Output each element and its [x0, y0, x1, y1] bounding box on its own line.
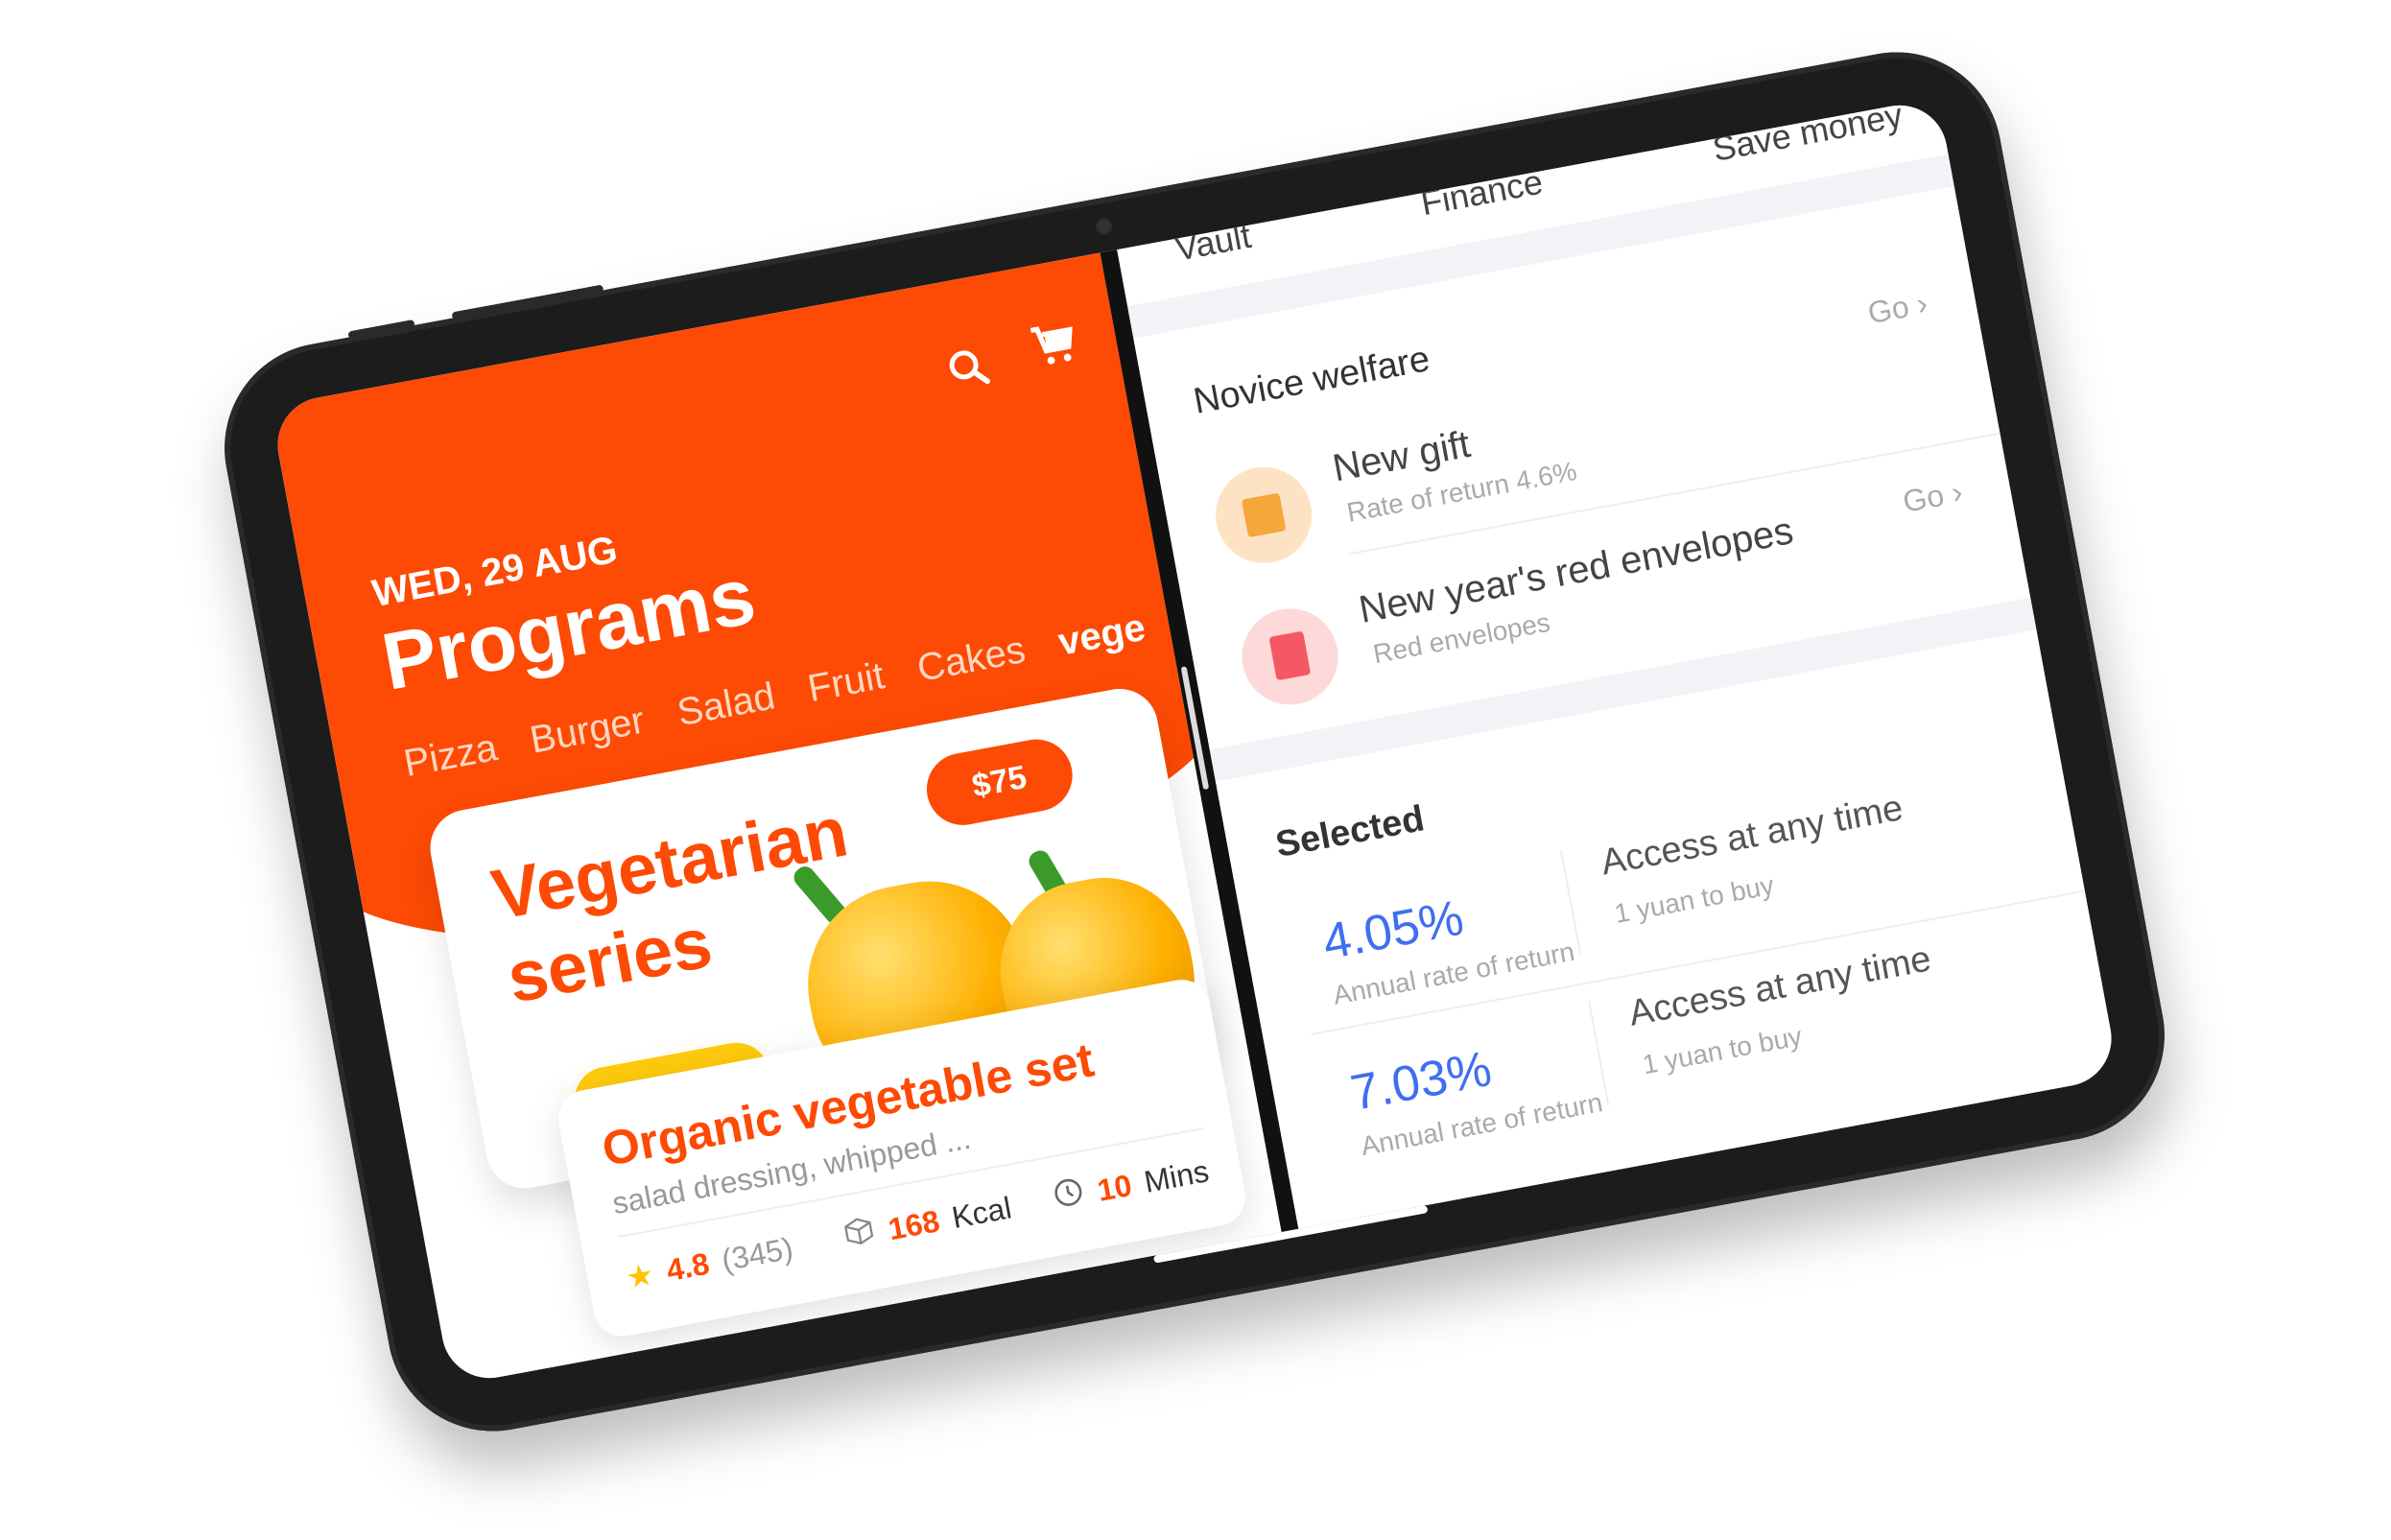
price-badge: $75: [920, 733, 1078, 832]
selected-title: Selected: [1272, 798, 1428, 865]
chevron-right-icon: ›: [1949, 474, 1966, 510]
section-separator: [1209, 597, 2037, 782]
finance-app: Vault Finance Save money Novice welfare …: [1117, 97, 2119, 1229]
go-link[interactable]: Go ›: [1900, 474, 1965, 520]
kcal-value: 168: [885, 1202, 942, 1246]
clock-icon: [1049, 1173, 1088, 1219]
go-label: Go: [1864, 289, 1912, 331]
rating: 4.8: [663, 1245, 712, 1288]
product-title: Access at any time: [1598, 788, 1906, 884]
go-link[interactable]: Go ›: [1865, 286, 1930, 332]
tab-finance[interactable]: Finance: [1418, 162, 1547, 225]
gift-icon: [1207, 459, 1320, 572]
screen: WED, 29 AUG Programs Pizza Burger Salad …: [270, 97, 2119, 1386]
tab-save-money[interactable]: Save money: [1710, 98, 1906, 170]
star-icon: ★: [623, 1256, 657, 1295]
power-button: [451, 284, 604, 320]
food-app: WED, 29 AUG Programs Pizza Burger Salad …: [270, 252, 1282, 1386]
time-value: 10: [1094, 1167, 1135, 1208]
product-title: Access at any time: [1625, 938, 1934, 1034]
review-count: (345): [719, 1230, 796, 1278]
volume-button: [347, 319, 415, 340]
time-unit: Mins: [1141, 1152, 1212, 1199]
box-icon: [840, 1213, 879, 1258]
item-title[interactable]: New year's red envelopes: [1356, 509, 1796, 632]
novice-welfare-title: Novice welfare: [1190, 339, 1433, 422]
chevron-right-icon: ›: [1913, 285, 1930, 321]
product-subtitle: 1 yuan to buy: [1640, 1021, 1805, 1080]
red-envelope-icon: [1234, 601, 1346, 713]
camera: [1092, 215, 1116, 238]
tab-vault[interactable]: Vault: [1172, 216, 1254, 270]
cart-icon[interactable]: [1026, 316, 1086, 384]
kcal-unit: Kcal: [949, 1189, 1014, 1235]
product-subtitle: 1 yuan to buy: [1612, 869, 1777, 929]
tablet-device: WED, 29 AUG Programs Pizza Burger Salad …: [206, 35, 2183, 1449]
go-label: Go: [1900, 477, 1947, 519]
